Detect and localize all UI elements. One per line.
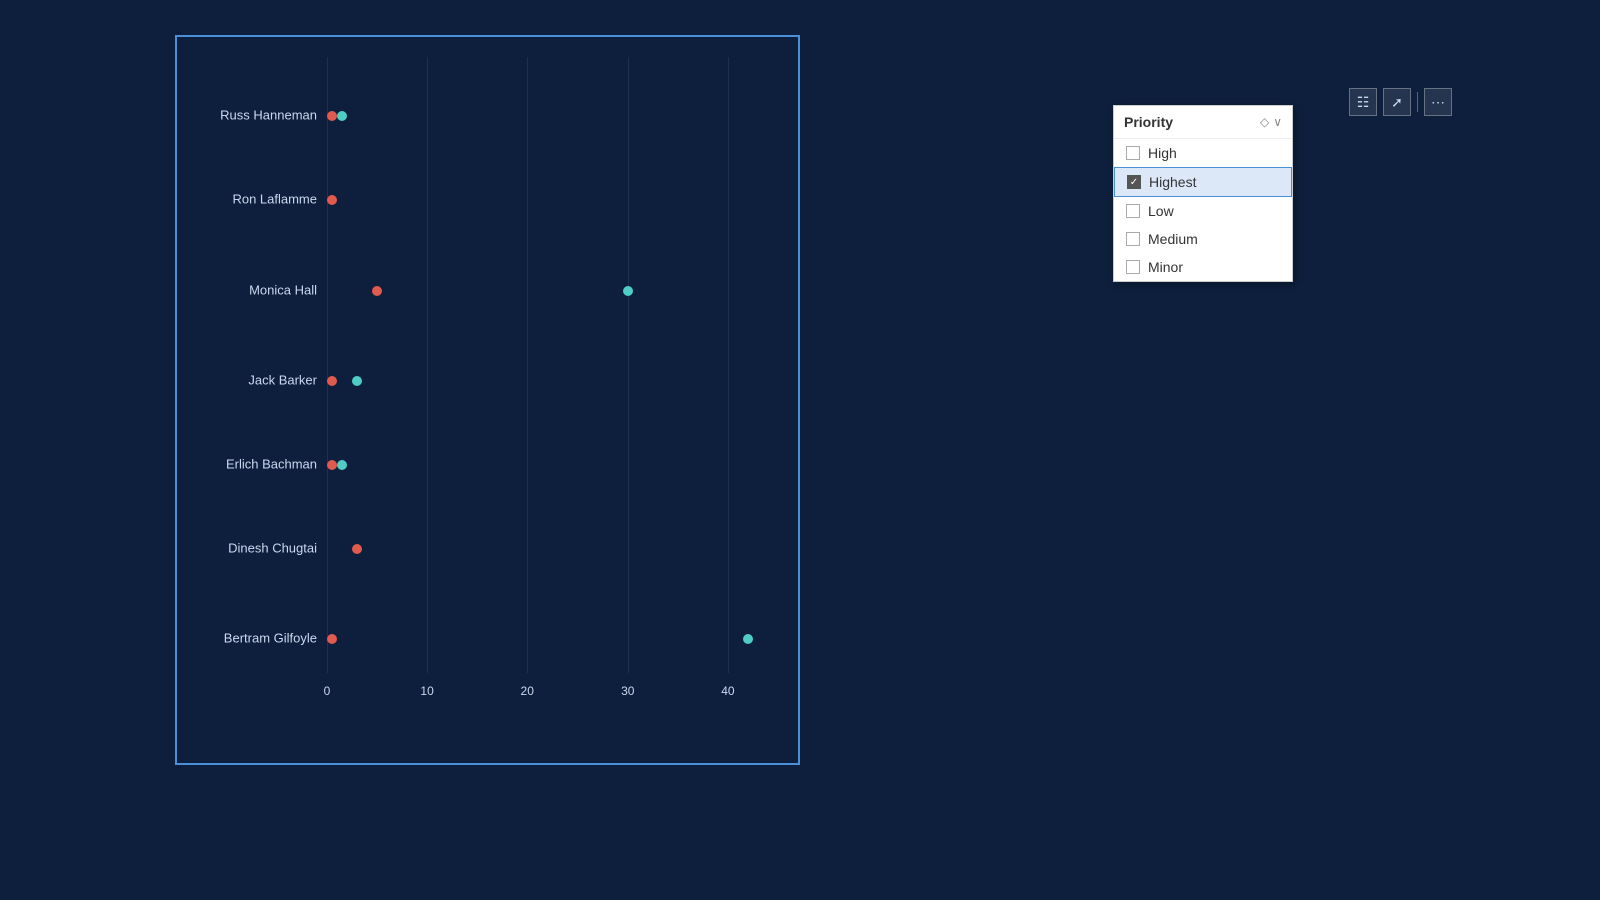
filter-icon[interactable]: ☷	[1349, 88, 1377, 116]
x-label-30: 30	[621, 684, 634, 698]
toolbar: ☷ ➚ ⋯	[1349, 88, 1452, 116]
priority-label-high: High	[1148, 145, 1177, 161]
priority-label-medium: Medium	[1148, 231, 1198, 247]
priority-item-highest[interactable]: Highest	[1114, 167, 1292, 197]
dot-jack-red	[327, 376, 337, 386]
priority-chevron-icon[interactable]: ∨	[1273, 115, 1282, 129]
y-label-ron: Ron Laflamme	[197, 192, 317, 207]
dot-monica-red	[372, 286, 382, 296]
y-label-bertram: Bertram Gilfoyle	[197, 631, 317, 646]
priority-panel: Priority ◇ ∨ High Highest Low Medium Min…	[1113, 105, 1293, 282]
chart-inner: Russ Hanneman Ron Laflamme Monica Hall J…	[197, 57, 778, 703]
row-russ	[327, 115, 778, 117]
row-ron	[327, 199, 778, 201]
row-jack	[327, 380, 778, 382]
dot-russ-teal	[337, 111, 347, 121]
export-icon[interactable]: ➚	[1383, 88, 1411, 116]
x-label-40: 40	[721, 684, 734, 698]
row-bertram	[327, 638, 778, 640]
priority-label-minor: Minor	[1148, 259, 1183, 275]
y-label-monica: Monica Hall	[197, 282, 317, 297]
priority-item-medium[interactable]: Medium	[1114, 225, 1292, 253]
priority-checkbox-high[interactable]	[1126, 146, 1140, 160]
row-monica	[327, 290, 778, 292]
dot-ron-red	[327, 195, 337, 205]
x-label-20: 20	[521, 684, 534, 698]
priority-header: Priority ◇ ∨	[1114, 106, 1292, 139]
y-label-dinesh: Dinesh Chugtai	[197, 540, 317, 555]
chart-container: Russ Hanneman Ron Laflamme Monica Hall J…	[175, 35, 800, 765]
dot-monica-teal	[623, 286, 633, 296]
dot-bertram-teal	[743, 634, 753, 644]
y-label-erlich: Erlich Bachman	[197, 456, 317, 471]
priority-header-icons: ◇ ∨	[1260, 115, 1282, 129]
row-erlich	[327, 464, 778, 466]
dot-erlich-red	[327, 460, 337, 470]
y-label-jack: Jack Barker	[197, 373, 317, 388]
priority-checkbox-highest[interactable]	[1127, 175, 1141, 189]
priority-collapse-icon[interactable]: ◇	[1260, 115, 1269, 129]
dot-russ-red	[327, 111, 337, 121]
dot-dinesh-red	[352, 544, 362, 554]
priority-item-high[interactable]: High	[1114, 139, 1292, 167]
dot-erlich-teal	[337, 460, 347, 470]
x-label-0: 0	[324, 684, 331, 698]
more-icon[interactable]: ⋯	[1424, 88, 1452, 116]
dot-bertram-red	[327, 634, 337, 644]
toolbar-divider	[1417, 92, 1418, 112]
priority-checkbox-minor[interactable]	[1126, 260, 1140, 274]
priority-checkbox-low[interactable]	[1126, 204, 1140, 218]
priority-label-highest: Highest	[1149, 174, 1196, 190]
priority-label-low: Low	[1148, 203, 1174, 219]
row-dinesh	[327, 548, 778, 550]
priority-item-minor[interactable]: Minor	[1114, 253, 1292, 281]
y-label-russ: Russ Hanneman	[197, 108, 317, 123]
priority-item-low[interactable]: Low	[1114, 197, 1292, 225]
plot-area: 0 10 20 30 40	[327, 57, 778, 703]
priority-checkbox-medium[interactable]	[1126, 232, 1140, 246]
x-label-10: 10	[420, 684, 433, 698]
dot-jack-teal	[352, 376, 362, 386]
priority-title: Priority	[1124, 114, 1173, 130]
